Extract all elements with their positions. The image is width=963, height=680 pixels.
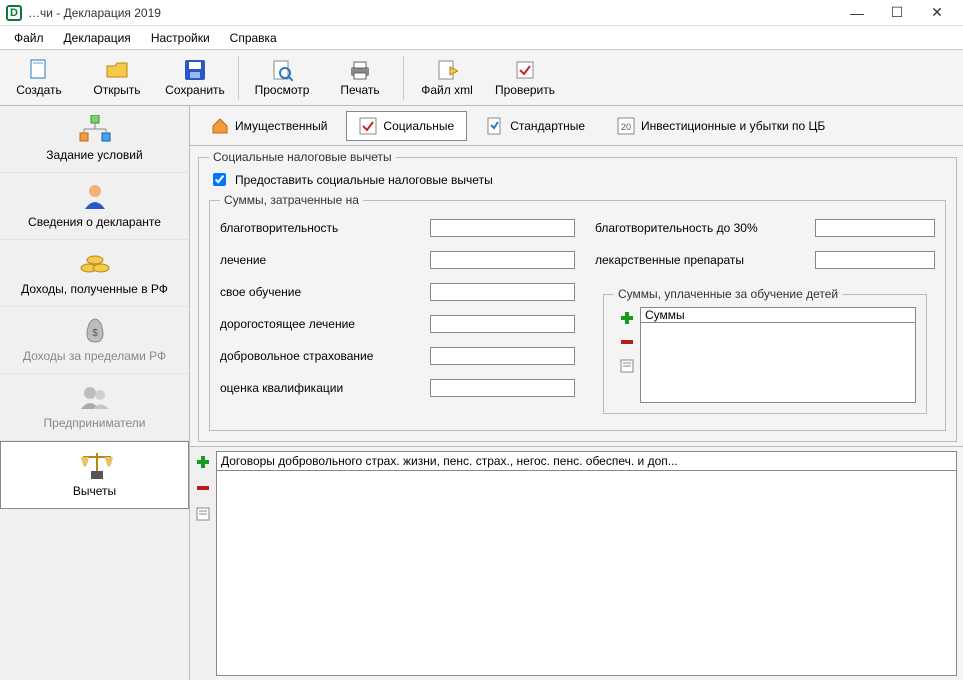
people-icon (77, 382, 113, 412)
contracts-edit-button[interactable] (194, 505, 212, 523)
house-icon (211, 117, 229, 135)
voluntary-ins-label: добровольное страхование (220, 349, 430, 363)
print-button[interactable]: Печать (321, 59, 399, 97)
coins-icon (77, 248, 113, 278)
sidebar-item-income-abroad[interactable]: $ Доходы за пределами РФ (0, 307, 189, 374)
children-remove-button[interactable] (618, 333, 636, 351)
new-file-icon (26, 59, 52, 81)
own-edu-input[interactable] (430, 283, 575, 301)
charity-label: благотворительность (220, 221, 430, 235)
tab-social[interactable]: Социальные (346, 111, 467, 141)
deduction-tabs: Имущественный Социальные Стандартные 20 … (190, 106, 963, 146)
charity-input[interactable] (430, 219, 575, 237)
sidebar-item-deductions[interactable]: Вычеты (0, 441, 189, 509)
children-edit-button[interactable] (618, 357, 636, 375)
children-table-body[interactable] (640, 323, 916, 403)
menu-declaration[interactable]: Декларация (56, 29, 139, 47)
check-square-icon (359, 117, 377, 135)
sidebar-item-income-rf[interactable]: Доходы, полученные в РФ (0, 240, 189, 307)
minimize-button[interactable]: — (837, 5, 877, 21)
children-edu-group: Суммы, уплаченные за обучение детей (603, 287, 927, 414)
menubar: Файл Декларация Настройки Справка (0, 26, 963, 50)
app-icon: D (6, 5, 22, 21)
close-button[interactable]: ✕ (917, 4, 957, 21)
children-column-header: Суммы (640, 307, 916, 323)
toolbar: Создать Открыть Сохранить Просмотр Печат… (0, 50, 963, 106)
expensive-med-label: дорогостоящее лечение (220, 317, 430, 331)
social-deductions-group: Социальные налоговые вычеты Предоставить… (198, 150, 957, 442)
save-button[interactable]: Сохранить (156, 59, 234, 97)
tab-property[interactable]: Имущественный (198, 111, 340, 141)
invest-icon: 20 (617, 117, 635, 135)
children-add-button[interactable] (618, 309, 636, 327)
sums-spent-group: Суммы, затраченные на благотворительност… (209, 193, 946, 431)
own-edu-label: свое обучение (220, 285, 430, 299)
voluntary-ins-input[interactable] (430, 347, 575, 365)
medical-label: лечение (220, 253, 430, 267)
sums-spent-legend: Суммы, затраченные на (220, 193, 363, 207)
svg-text:20: 20 (621, 122, 631, 132)
scales-icon (77, 450, 113, 480)
medicines-input[interactable] (815, 251, 935, 269)
sidebar-item-conditions[interactable]: Задание условий (0, 106, 189, 173)
social-deductions-legend: Социальные налоговые вычеты (209, 150, 396, 164)
sidebar-item-entrepreneurs[interactable]: Предприниматели (0, 374, 189, 441)
doc-check-icon (486, 117, 504, 135)
create-button[interactable]: Создать (0, 59, 78, 97)
contracts-remove-button[interactable] (194, 479, 212, 497)
children-edu-legend: Суммы, уплаченные за обучение детей (614, 287, 842, 301)
qualification-label: оценка квалификации (220, 381, 430, 395)
medicines-label: лекарственные препараты (595, 253, 815, 267)
person-icon (77, 181, 113, 211)
provide-social-label: Предоставить социальные налоговые вычеты (235, 173, 493, 187)
xml-button[interactable]: Файл xml (408, 59, 486, 97)
sidebar: Задание условий Сведения о декларанте До… (0, 106, 190, 680)
xml-file-icon (434, 59, 460, 81)
medical-input[interactable] (430, 251, 575, 269)
provide-social-checkbox[interactable] (213, 173, 226, 186)
charity30-label: благотворительность до 30% (595, 221, 815, 235)
money-bag-icon: $ (77, 315, 113, 345)
svg-text:$: $ (92, 328, 98, 339)
save-icon (182, 59, 208, 81)
folder-open-icon (104, 59, 130, 81)
charity30-input[interactable] (815, 219, 935, 237)
qualification-input[interactable] (430, 379, 575, 397)
menu-settings[interactable]: Настройки (143, 29, 218, 47)
expensive-med-input[interactable] (430, 315, 575, 333)
contracts-add-button[interactable] (194, 453, 212, 471)
contracts-column-header: Договоры добровольного страх. жизни, пен… (216, 451, 957, 471)
menu-help[interactable]: Справка (222, 29, 285, 47)
sidebar-item-declarant[interactable]: Сведения о декларанте (0, 173, 189, 240)
open-button[interactable]: Открыть (78, 59, 156, 97)
tab-invest[interactable]: 20 Инвестиционные и убытки по ЦБ (604, 111, 838, 141)
tree-icon (77, 114, 113, 144)
tab-standard[interactable]: Стандартные (473, 111, 598, 141)
titlebar: D …чи - Декларация 2019 — ☐ ✕ (0, 0, 963, 26)
contracts-table-body[interactable] (216, 471, 957, 676)
window-title: …чи - Декларация 2019 (28, 6, 161, 20)
preview-icon (269, 59, 295, 81)
print-icon (347, 59, 373, 81)
check-icon (512, 59, 538, 81)
maximize-button[interactable]: ☐ (877, 4, 917, 21)
preview-button[interactable]: Просмотр (243, 59, 321, 97)
menu-file[interactable]: Файл (6, 29, 52, 47)
check-button[interactable]: Проверить (486, 59, 564, 97)
